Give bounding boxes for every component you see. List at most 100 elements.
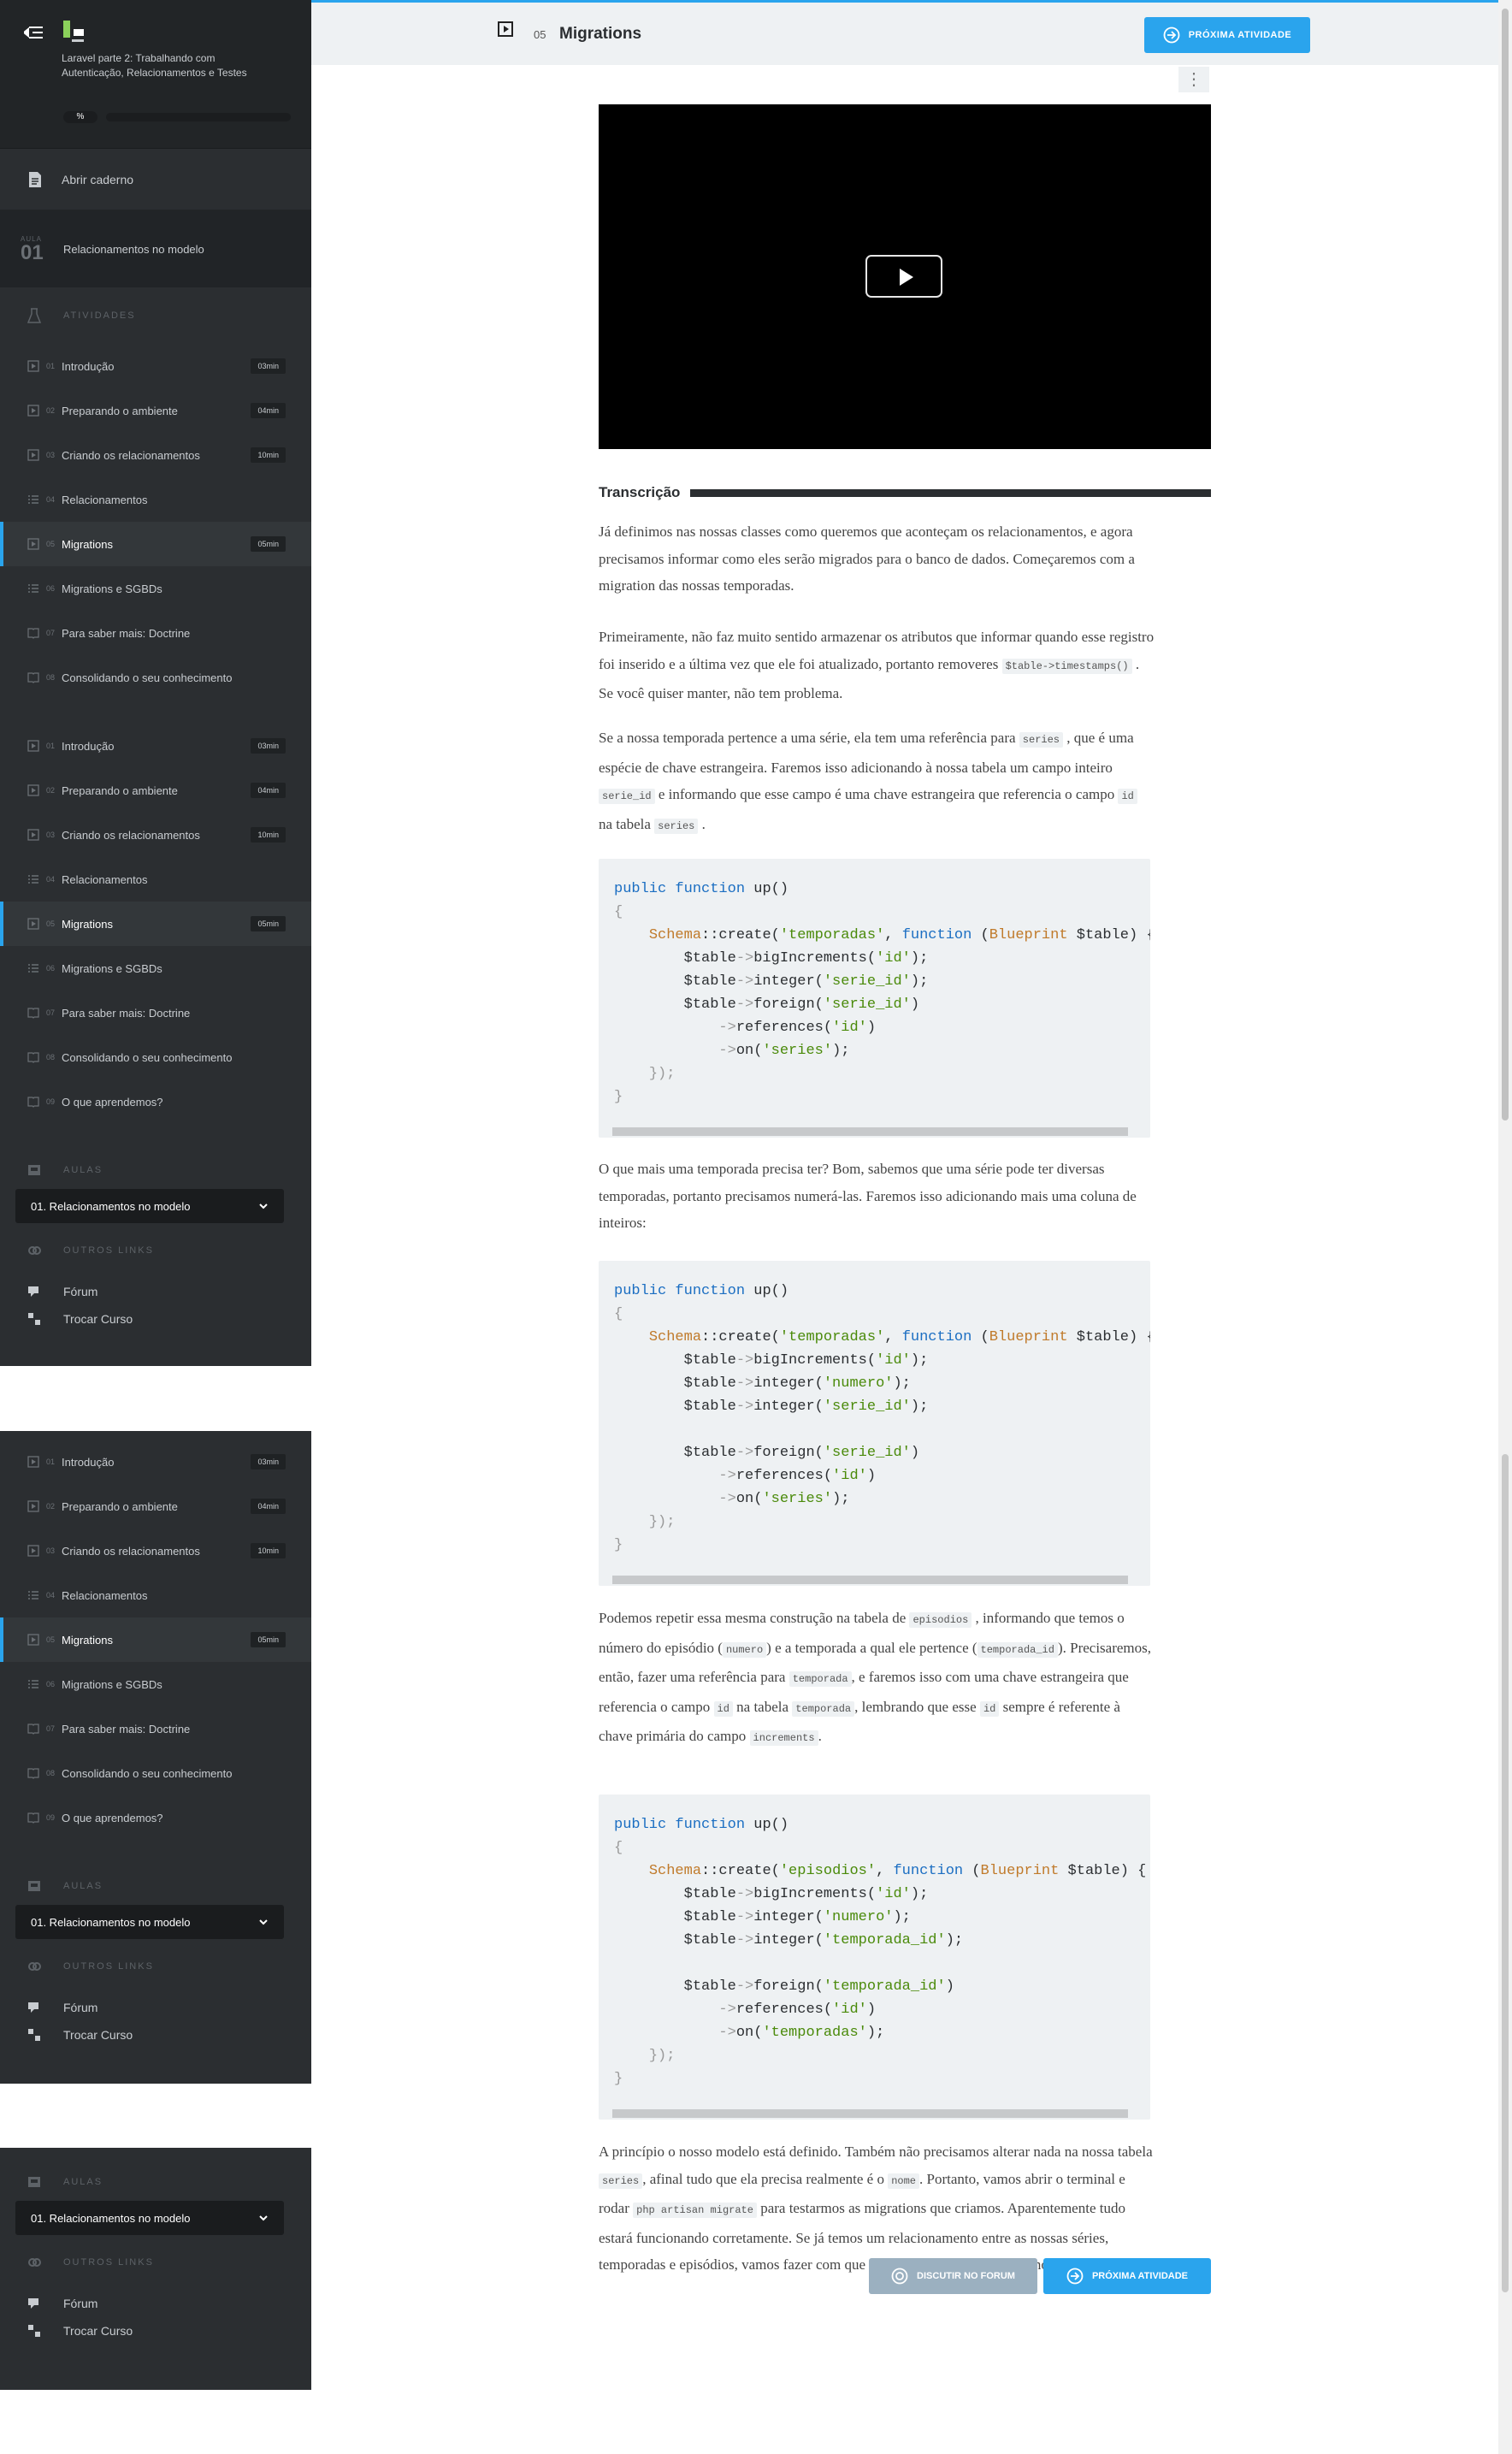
- code-block[interactable]: public function up() { Schema::create('t…: [599, 1261, 1150, 1586]
- sidebar-activity-item[interactable]: 01 Introdução 03min: [0, 344, 311, 388]
- switch-course-link[interactable]: Trocar Curso: [0, 1305, 311, 1333]
- list-icon: [27, 1589, 39, 1601]
- forum-icon: [28, 2298, 38, 2309]
- code-scrollbar[interactable]: ◂▸: [599, 1572, 1150, 1586]
- activity-item-number: 06: [46, 1680, 56, 1688]
- activity-item-label: Migrations e SGBDs: [62, 961, 162, 975]
- code-block[interactable]: public function up() { Schema::create('e…: [599, 1795, 1150, 2120]
- video-icon: [27, 360, 39, 372]
- course-title[interactable]: Laravel parte 2: Trabalhando com Autenti…: [62, 51, 267, 80]
- forum-icon: [28, 2002, 38, 2013]
- code-block[interactable]: public function up() { Schema::create('t…: [599, 859, 1150, 1138]
- sidebar-activity-item[interactable]: 07 Para saber mais: Doctrine: [0, 1706, 311, 1751]
- transcript-paragraph: Já definimos nas nossas classes como que…: [599, 523, 1135, 594]
- sidebar-activity-item[interactable]: 06 Migrations e SGBDs: [0, 946, 311, 990]
- sidebar-activity-item[interactable]: 08 Consolidando o seu conhecimento: [0, 655, 311, 700]
- more-options-icon[interactable]: ⋮: [1178, 67, 1209, 92]
- video-player[interactable]: [599, 104, 1211, 449]
- forum-link[interactable]: Fórum: [0, 2290, 311, 2317]
- discuss-forum-button[interactable]: DISCUTIR NO FORUM: [869, 2258, 1037, 2294]
- activity-item-number: 07: [46, 1724, 56, 1733]
- activity-item-label: Relacionamentos: [62, 493, 148, 506]
- activity-title: Migrations: [559, 25, 642, 43]
- sidebar-activity-item[interactable]: 03 Criando os relacionamentos 10min: [0, 813, 311, 857]
- aulas-section-title: AULAS: [0, 1867, 311, 1905]
- activity-item-number: 09: [46, 1097, 56, 1106]
- lesson-select[interactable]: 01. Relacionamentos no modelo: [15, 1905, 284, 1939]
- progress-badge: %: [63, 111, 97, 123]
- next-activity-button[interactable]: PRÓXIMA ATIVIDADE: [1144, 17, 1310, 53]
- lessons-icon: [28, 1165, 40, 1175]
- forum-link[interactable]: Fórum: [0, 1994, 311, 2021]
- sidebar-activity-item[interactable]: 07 Para saber mais: Doctrine: [0, 611, 311, 655]
- activity-item-number: 09: [46, 1813, 56, 1822]
- sidebar-activity-item[interactable]: 05 Migrations 05min: [0, 1617, 311, 1662]
- sidebar-activity-item[interactable]: 06 Migrations e SGBDs: [0, 1662, 311, 1706]
- video-icon: [27, 740, 39, 752]
- activity-item-label: Para saber mais: Doctrine: [62, 626, 191, 640]
- activity-item-number: 07: [46, 1008, 56, 1017]
- other-links-title: OUTROS LINKS: [0, 1223, 311, 1278]
- scrollbar-thumb[interactable]: [1502, 9, 1509, 1121]
- next-activity-button[interactable]: PRÓXIMA ATIVIDADE: [1043, 2258, 1211, 2294]
- activity-duration-badge: 10min: [251, 827, 286, 843]
- play-button[interactable]: [865, 255, 942, 298]
- activity-item-number: 03: [46, 451, 56, 459]
- code-scrollbar[interactable]: ◂▸: [599, 2106, 1150, 2120]
- lesson-select[interactable]: 01. Relacionamentos no modelo: [15, 1189, 284, 1223]
- sidebar-activity-item[interactable]: 09 O que aprendemos?: [0, 1795, 311, 1840]
- activity-duration-badge: 03min: [251, 358, 286, 374]
- activity-duration-badge: 04min: [251, 783, 286, 798]
- sidebar-activity-item[interactable]: 09 O que aprendemos?: [0, 1079, 311, 1124]
- current-lesson[interactable]: AULA 01 Relacionamentos no modelo: [0, 210, 311, 287]
- sidebar-activity-item[interactable]: 03 Criando os relacionamentos 10min: [0, 1529, 311, 1573]
- scrollbar-thumb[interactable]: [1502, 1454, 1509, 2292]
- other-links-title: OUTROS LINKS: [0, 2235, 311, 2290]
- sidebar-activity-item[interactable]: 08 Consolidando o seu conhecimento: [0, 1751, 311, 1795]
- sidebar-activity-item[interactable]: 02 Preparando o ambiente 04min: [0, 1484, 311, 1529]
- sidebar-activity-item[interactable]: 05 Migrations 05min: [0, 522, 311, 566]
- activity-item-label: Preparando o ambiente: [62, 784, 178, 797]
- activity-list: 01 Introdução 03min 02 Preparando o ambiente…: [0, 344, 311, 700]
- page-scrollbar[interactable]: [1498, 0, 1512, 2454]
- sidebar-activity-item[interactable]: 02 Preparando o ambiente 04min: [0, 388, 311, 433]
- activity-item-label: Relacionamentos: [62, 872, 148, 886]
- notebook-icon: [29, 171, 41, 187]
- activity-item-number: 04: [46, 495, 56, 504]
- sidebar-activity-item[interactable]: 02 Preparando o ambiente 04min: [0, 768, 311, 813]
- sidebar-activity-item[interactable]: 03 Criando os relacionamentos 10min: [0, 433, 311, 477]
- switch-course-link[interactable]: Trocar Curso: [0, 2021, 311, 2049]
- activity-topbar: 05 Migrations PRÓXIMA ATIVIDADE: [311, 0, 1498, 65]
- sidebar-activity-item[interactable]: 05 Migrations 05min: [0, 902, 311, 946]
- activity-item-number: 02: [46, 1502, 56, 1511]
- course-logo-icon: [62, 21, 92, 43]
- sidebar-activity-item[interactable]: 04 Relacionamentos: [0, 857, 311, 902]
- transcript-header: Transcrição: [599, 484, 1211, 501]
- sidebar-activity-item[interactable]: 04 Relacionamentos: [0, 1573, 311, 1617]
- activity-list: 01 Introdução 03min 02 Preparando o ambiente…: [0, 1440, 311, 1840]
- menu-collapse-icon[interactable]: [22, 26, 43, 39]
- video-icon: [27, 449, 39, 461]
- activity-item-label: Relacionamentos: [62, 1588, 148, 1602]
- sidebar-activity-item[interactable]: 07 Para saber mais: Doctrine: [0, 990, 311, 1035]
- sidebar-activity-item[interactable]: 01 Introdução 03min: [0, 724, 311, 768]
- activity-item-label: Migrations: [62, 1633, 113, 1647]
- sidebar-activity-item[interactable]: 08 Consolidando o seu conhecimento: [0, 1035, 311, 1079]
- code-scrollbar[interactable]: ◂▸: [599, 1124, 1150, 1138]
- sidebar-activity-item[interactable]: 01 Introdução 03min: [0, 1440, 311, 1484]
- switch-course-link[interactable]: Trocar Curso: [0, 2317, 311, 2345]
- sidebar: Laravel parte 2: Trabalhando com Autenti…: [0, 0, 311, 1366]
- links-icon: [28, 1962, 41, 1971]
- course-progress-bar: [106, 113, 291, 121]
- sidebar-activity-item[interactable]: 04 Relacionamentos: [0, 477, 311, 522]
- lesson-select[interactable]: 01. Relacionamentos no modelo: [15, 2201, 284, 2235]
- forum-link[interactable]: Fórum: [0, 1278, 311, 1305]
- sidebar-activity-item[interactable]: 06 Migrations e SGBDs: [0, 566, 311, 611]
- chevron-down-icon: [259, 2215, 268, 2221]
- lesson-title: Relacionamentos no modelo: [63, 242, 204, 256]
- activity-item-label: Migrations: [62, 917, 113, 931]
- activity-item-number: 07: [46, 629, 56, 637]
- video-icon: [27, 405, 39, 417]
- transcript-paragraph: A princípio o nosso modelo está definido…: [599, 2144, 1153, 2273]
- open-notebook-button[interactable]: Abrir caderno: [0, 149, 311, 210]
